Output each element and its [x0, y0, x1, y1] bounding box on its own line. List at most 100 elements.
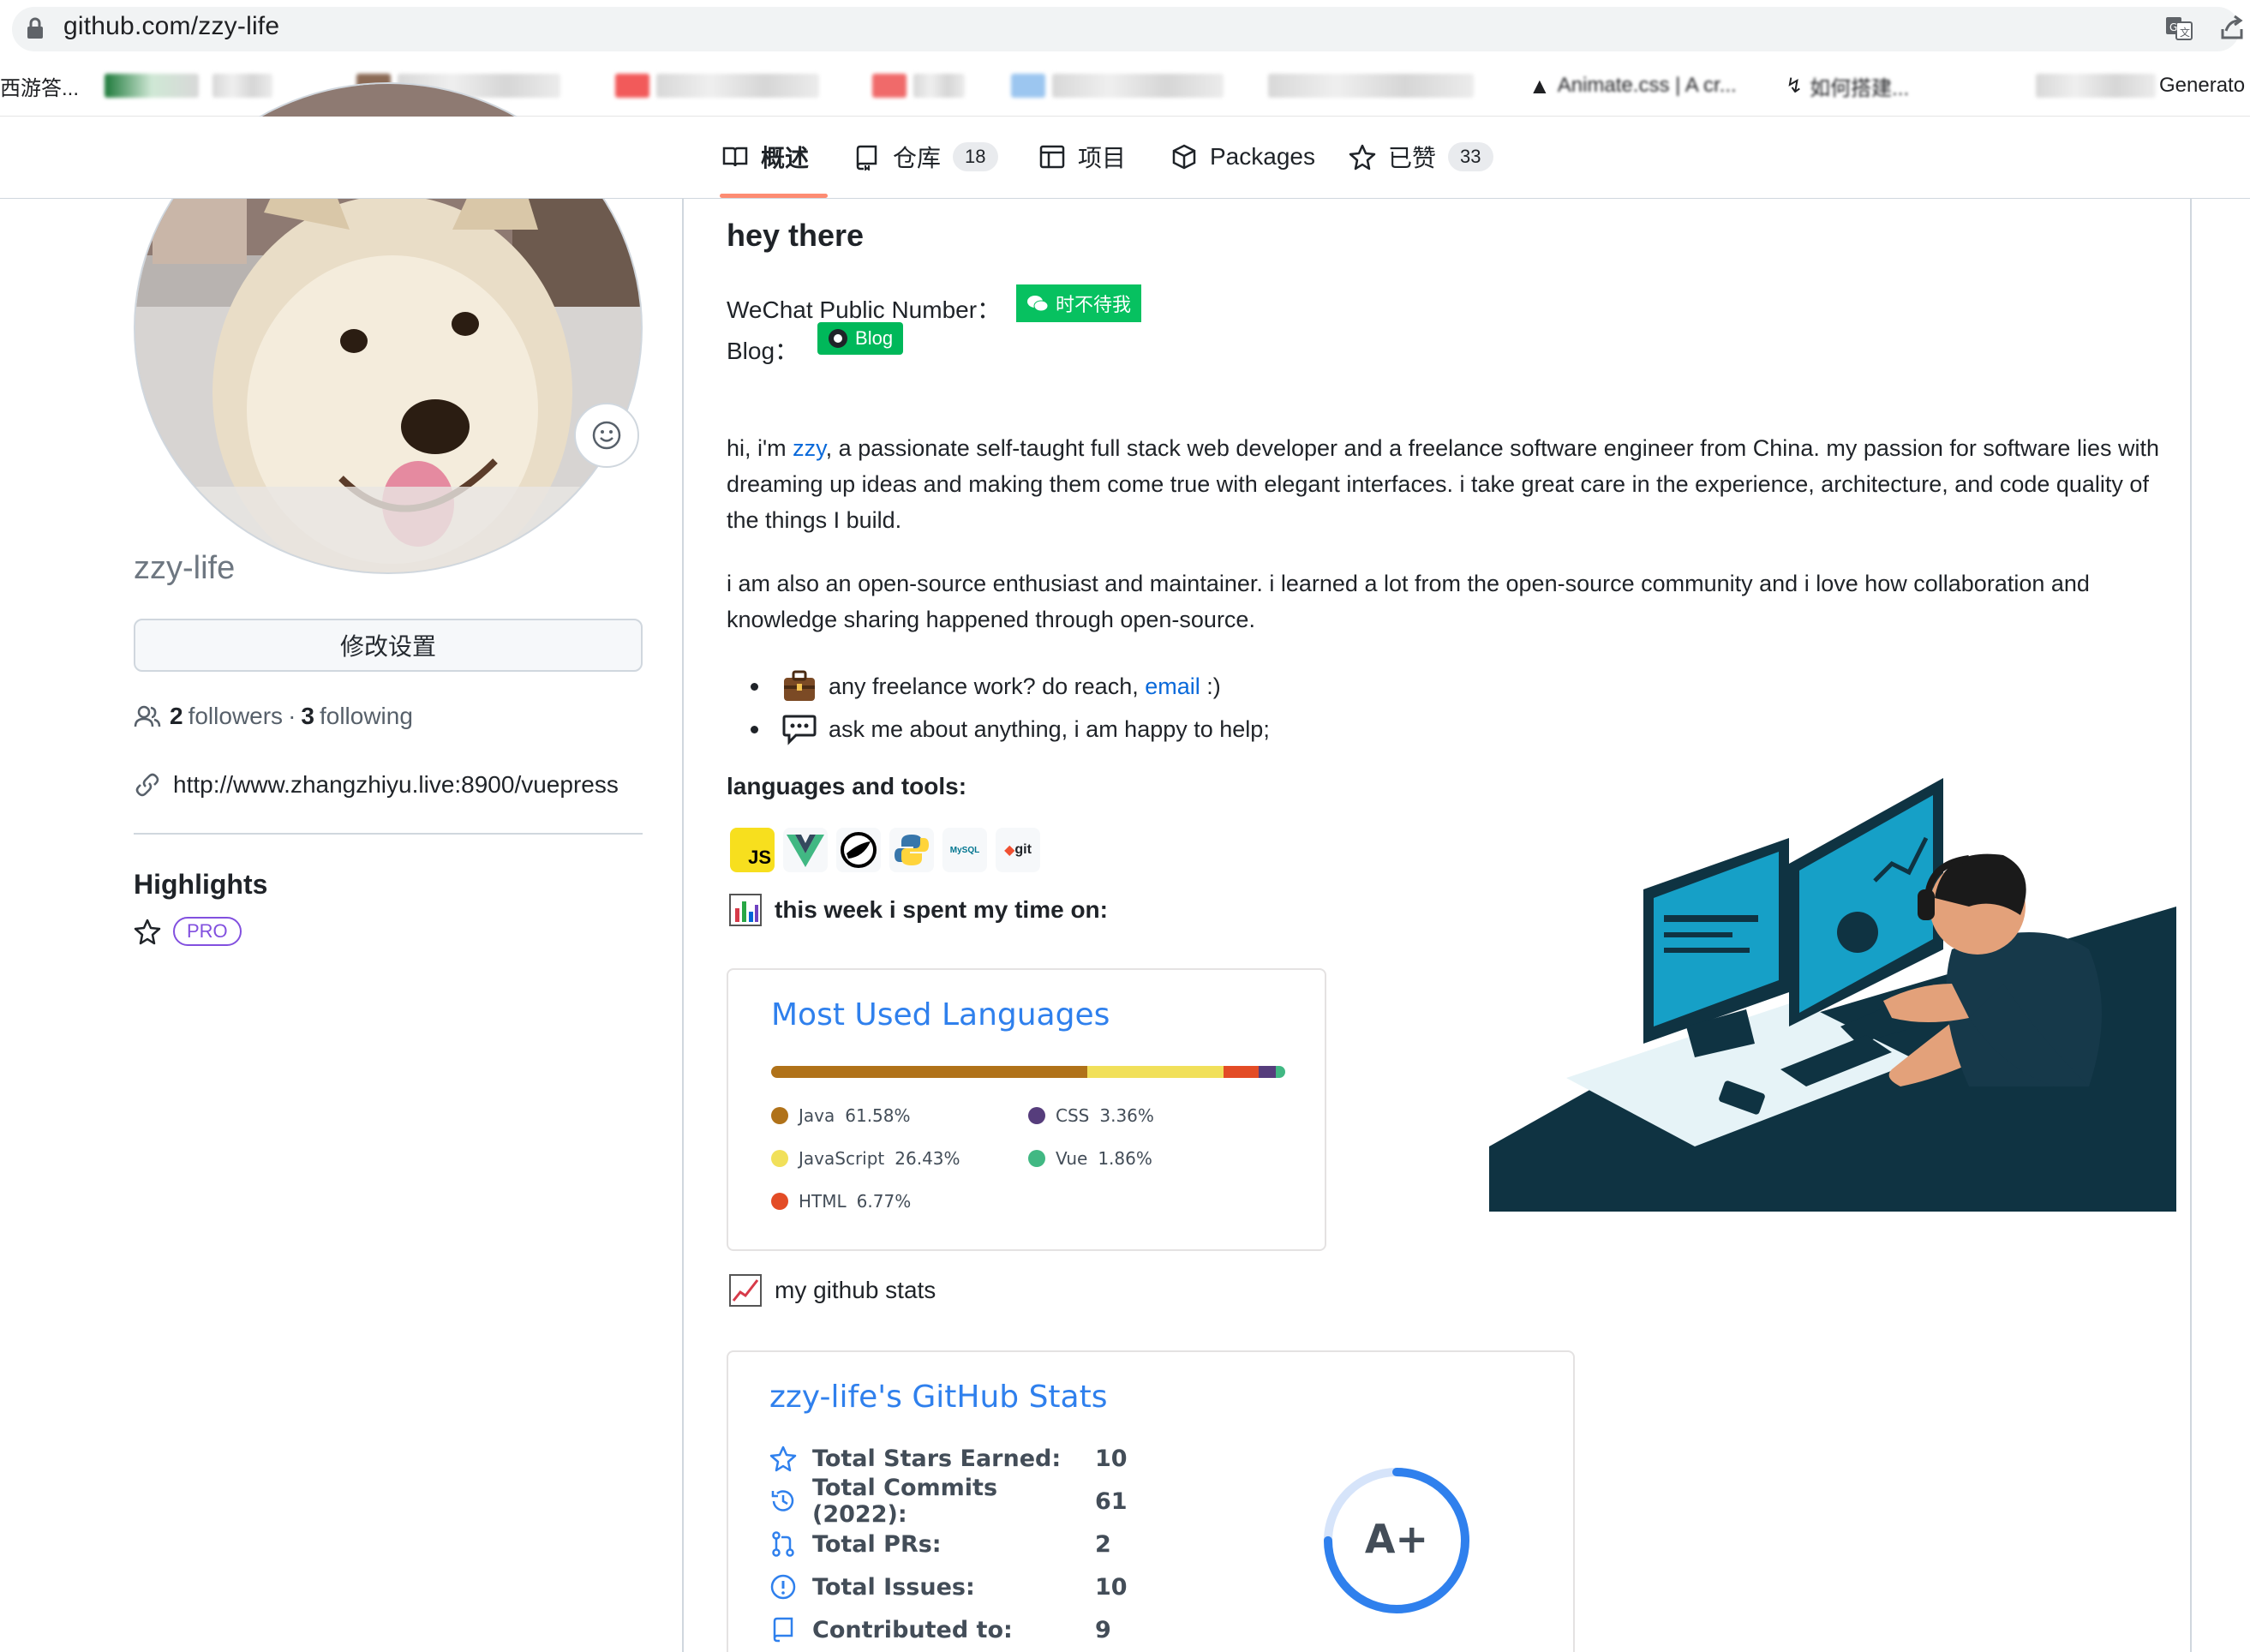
- lang-legend-item: JavaScript 26.43%: [771, 1148, 960, 1169]
- lang-name: JavaScript: [799, 1148, 885, 1169]
- tab-stars[interactable]: 已赞 33: [1349, 135, 1493, 178]
- git-text: git: [1014, 842, 1032, 857]
- blog-badge[interactable]: Blog: [817, 322, 904, 355]
- bullet-text: ask me about anything, i am happy to hel…: [829, 715, 1270, 742]
- bookmark-item[interactable]: ↯ 如何搭建...: [1786, 69, 1909, 103]
- stat-value: 9: [1095, 1616, 1111, 1643]
- lang-name: Java: [799, 1105, 835, 1126]
- tools-icons: JS MySQL ◆ git: [730, 828, 1040, 872]
- git-icon[interactable]: ◆ git: [996, 828, 1040, 872]
- bookmark-item[interactable]: [872, 69, 965, 103]
- javascript-icon[interactable]: JS: [730, 828, 775, 872]
- edit-profile-button[interactable]: 修改设置: [134, 619, 643, 672]
- tab-label: 概述: [761, 145, 810, 171]
- blog-icon: [829, 329, 848, 348]
- tab-repositories[interactable]: 仓库 18: [853, 135, 998, 178]
- bullet-list: any freelance work? do reach, email :) a…: [751, 665, 1270, 751]
- github-stats-card[interactable]: zzy-life's GitHub Stats Total Stars Earn…: [727, 1350, 1575, 1652]
- speech-bubble-icon: [782, 715, 817, 745]
- lang-card-title: Most Used Languages: [771, 997, 1110, 1032]
- lang-name: Vue: [1056, 1148, 1088, 1169]
- lang-percent: 6.77%: [856, 1191, 912, 1212]
- tab-overview[interactable]: 概述: [721, 135, 809, 178]
- bullet-text: any freelance work? do reach,: [829, 673, 1146, 699]
- bookmark-item[interactable]: 西游答...: [0, 69, 79, 103]
- lang-progress-bar: [771, 1066, 1285, 1078]
- mysql-icon[interactable]: MySQL: [942, 828, 987, 872]
- intro-name-link[interactable]: zzy: [793, 435, 826, 461]
- bookmark-item[interactable]: [615, 69, 819, 103]
- most-used-languages-card[interactable]: Most Used Languages Java 61.58% JavaScrip…: [727, 968, 1326, 1251]
- stat-value: 10: [1095, 1573, 1128, 1601]
- vue-icon[interactable]: [783, 828, 828, 872]
- week-heading-text: this week i spent my time on:: [775, 896, 1108, 923]
- python-icon[interactable]: [889, 828, 934, 872]
- following-count[interactable]: 3: [301, 703, 314, 730]
- website-row: http://www.zhangzhiyu.live:8900/vuepress: [134, 771, 619, 799]
- wechat-badge-text: 时不待我: [1056, 295, 1132, 316]
- lang-percent: 1.86%: [1098, 1148, 1152, 1169]
- sidebar-divider: [134, 833, 643, 835]
- lang-dot: [771, 1150, 788, 1167]
- svg-text:文: 文: [2180, 26, 2190, 39]
- spring-icon[interactable]: [836, 828, 881, 872]
- bookmark-label: Animate.css | A cr...: [1557, 74, 1737, 97]
- following-label[interactable]: following: [320, 703, 413, 730]
- issue-icon: [770, 1574, 796, 1600]
- omnibox[interactable]: [12, 7, 2240, 51]
- lock-icon[interactable]: [26, 17, 45, 39]
- highlights-pro: PRO: [134, 917, 242, 946]
- lang-percent: 3.36%: [1099, 1105, 1154, 1126]
- lang-legend-item: Java 61.58%: [771, 1105, 911, 1126]
- repo-icon: [856, 145, 877, 171]
- github-profile-page: 概述 仓库 18 项目 Packages 已赞 33 zzy-life 修改设置: [0, 82, 2250, 1652]
- list-item: ask me about anything, i am happy to hel…: [751, 708, 1270, 751]
- stars-count-badge: 33: [1448, 142, 1493, 171]
- bookmark-item[interactable]: [2036, 69, 2156, 103]
- lang-dot: [1028, 1107, 1045, 1124]
- list-item: any freelance work? do reach, email :): [751, 665, 1270, 708]
- translate-icon[interactable]: G 文: [2164, 14, 2193, 43]
- lang-bar-segment: [1275, 1066, 1285, 1078]
- lang-percent: 61.58%: [845, 1105, 911, 1126]
- lang-bar-segment: [1224, 1066, 1259, 1078]
- week-heading: this week i spent my time on:: [728, 893, 1108, 927]
- stat-label: Total Issues:: [812, 1573, 975, 1601]
- website-link[interactable]: http://www.zhangzhiyu.live:8900/vuepress: [173, 771, 619, 799]
- repo-count-badge: 18: [953, 142, 998, 171]
- wechat-icon: [1027, 296, 1049, 312]
- stat-row: Contributed to: 9: [769, 1613, 1111, 1647]
- url-text[interactable]: github.com/zzy-life: [63, 12, 279, 41]
- bullet-dot: [751, 682, 758, 691]
- bookmark-item[interactable]: [212, 69, 272, 103]
- lang-dot: [1028, 1150, 1045, 1167]
- bookmark-item[interactable]: [105, 69, 199, 103]
- stat-label: Total Stars Earned:: [812, 1445, 1062, 1472]
- followers-count[interactable]: 2: [170, 703, 183, 730]
- pro-badge[interactable]: PRO: [173, 917, 242, 946]
- rank-circle: A+: [1324, 1468, 1469, 1613]
- tab-label: 仓库: [893, 145, 942, 171]
- bookmark-favicon: ▲: [1529, 72, 1551, 99]
- lang-name: HTML: [799, 1191, 847, 1212]
- set-status-button[interactable]: [574, 403, 639, 468]
- bookmark-item[interactable]: ▲ Animate.css | A cr...: [1529, 69, 1737, 103]
- bookmark-item[interactable]: Generato: [2159, 69, 2245, 103]
- svg-text:G: G: [2169, 21, 2177, 33]
- share-icon[interactable]: [2217, 14, 2247, 43]
- lang-bar-segment: [771, 1066, 1088, 1078]
- bookmark-favicon: ↯: [1786, 74, 1804, 98]
- tab-projects[interactable]: 项目: [1038, 135, 1126, 178]
- email-link[interactable]: email: [1145, 673, 1200, 699]
- lang-dot: [771, 1193, 788, 1210]
- readme-heading: hey there: [727, 218, 865, 253]
- stats-card-title: zzy-life's GitHub Stats: [769, 1380, 1108, 1415]
- lang-bar-segment: [1087, 1066, 1224, 1078]
- tab-packages[interactable]: Packages: [1170, 135, 1315, 178]
- wechat-badge[interactable]: 时不待我: [1016, 284, 1142, 322]
- bookmark-item[interactable]: [1011, 69, 1224, 103]
- followers-label[interactable]: followers: [188, 703, 283, 730]
- smiley-icon: [592, 421, 621, 450]
- bookmark-item[interactable]: [1268, 69, 1474, 103]
- browser-address-bar: github.com/zzy-life G 文: [0, 0, 2250, 57]
